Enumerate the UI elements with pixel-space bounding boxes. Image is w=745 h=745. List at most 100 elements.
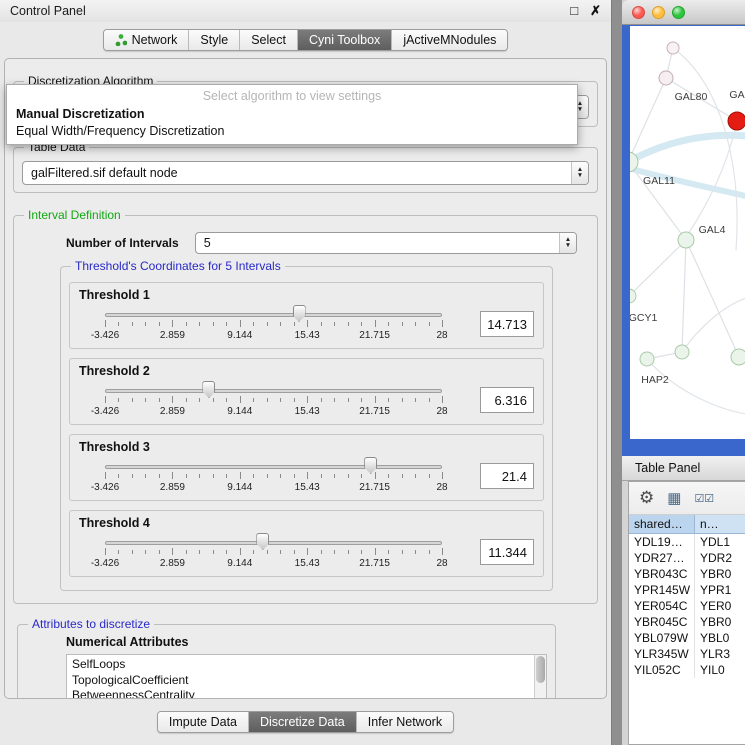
zoom-button[interactable] bbox=[672, 6, 685, 19]
slider-ticks bbox=[105, 320, 442, 329]
cell-name: YIL0 bbox=[695, 662, 745, 678]
cell-shared-name: YDL19… bbox=[629, 534, 695, 550]
table-panel-header[interactable]: Table Panel bbox=[622, 456, 745, 481]
table-toolbar: ⚙ ▦ ☑☑ bbox=[629, 482, 745, 515]
scrollbar[interactable] bbox=[534, 655, 546, 699]
numerical-attributes-list[interactable]: SelfLoopsTopologicalCoefficientBetweenne… bbox=[66, 654, 547, 699]
table-panel-title: Table Panel bbox=[635, 461, 700, 475]
threshold-value[interactable]: 11.344 bbox=[480, 539, 534, 565]
table-row[interactable]: YBL079WYBL0 bbox=[629, 630, 745, 646]
thresholds-group: Threshold's Coordinates for 5 Intervals … bbox=[60, 266, 553, 591]
control-panel-titlebar[interactable]: Control Panel □ ✗ bbox=[0, 0, 611, 22]
tab-label: Select bbox=[251, 33, 286, 47]
dropdown-item[interactable]: Equal Width/Frequency Discretization bbox=[7, 123, 577, 140]
table-row[interactable]: YLR345WYLR3 bbox=[629, 646, 745, 662]
cell-shared-name: YBR045C bbox=[629, 614, 695, 630]
tab-infer-network[interactable]: Infer Network bbox=[357, 712, 453, 732]
threshold-value[interactable]: 21.4 bbox=[480, 463, 534, 489]
threshold-slider[interactable]: -3.4262.8599.14415.4321.71528 bbox=[79, 379, 468, 421]
tab-impute-data[interactable]: Impute Data bbox=[158, 712, 249, 732]
tab-discretize-data[interactable]: Discretize Data bbox=[249, 712, 357, 732]
threshold-value[interactable]: 6.316 bbox=[480, 387, 534, 413]
combo-stepper-icon[interactable]: ▲▼ bbox=[559, 233, 576, 253]
network-edge bbox=[673, 48, 737, 250]
list-item[interactable]: TopologicalCoefficient bbox=[72, 673, 532, 689]
network-edge bbox=[647, 359, 745, 414]
tab-select[interactable]: Select bbox=[240, 30, 298, 50]
network-canvas[interactable]: GAL80GAGAL11GAL4GCY1HAP2 bbox=[630, 26, 745, 439]
slider-tick-labels: -3.4262.8599.14415.4321.71528 bbox=[105, 558, 442, 570]
network-node[interactable] bbox=[675, 345, 689, 359]
table-row[interactable]: YDL19…YDL1 bbox=[629, 534, 745, 550]
list-item[interactable]: BetweennessCentrality bbox=[72, 688, 532, 699]
minimize-button[interactable] bbox=[652, 6, 665, 19]
tab-label: Infer Network bbox=[368, 715, 442, 729]
threshold-slider[interactable]: -3.4262.8599.14415.4321.71528 bbox=[79, 303, 468, 345]
tab-cyni-toolbox[interactable]: Cyni Toolbox bbox=[298, 30, 392, 50]
interval-definition-group: Interval Definition Number of Intervals … bbox=[13, 215, 598, 604]
slider-track[interactable] bbox=[105, 465, 442, 469]
table-data-combo[interactable]: galFiltered.sif default node ▲▼ bbox=[22, 161, 589, 185]
scrollbar-thumb[interactable] bbox=[536, 656, 545, 683]
network-node[interactable] bbox=[640, 352, 654, 366]
threshold-value[interactable]: 14.713 bbox=[480, 311, 534, 337]
dropdown-item[interactable]: Manual Discretization bbox=[7, 106, 577, 123]
cell-name: YBL0 bbox=[695, 630, 745, 646]
node-label: HAP2 bbox=[641, 374, 669, 386]
table-row[interactable]: YDR27…YDR2 bbox=[629, 550, 745, 566]
table-row[interactable]: YIL052CYIL0 bbox=[629, 662, 745, 678]
network-node[interactable] bbox=[667, 42, 679, 54]
table-panel: ⚙▦☑☑ shared… n… YDL19…YDL1YDR27…YDR2YBR0… bbox=[628, 481, 745, 745]
threshold-label: Threshold 3 bbox=[79, 440, 534, 454]
columns-icon[interactable]: ▦ bbox=[667, 489, 681, 507]
column-header-name[interactable]: n… bbox=[695, 515, 745, 533]
cell-shared-name: YLR345W bbox=[629, 646, 695, 662]
network-edge bbox=[686, 240, 739, 357]
cell-shared-name: YER054C bbox=[629, 598, 695, 614]
network-node[interactable] bbox=[630, 289, 636, 303]
network-node[interactable] bbox=[678, 232, 694, 248]
num-intervals-label: Number of Intervals bbox=[66, 236, 179, 250]
tab-network[interactable]: Network bbox=[104, 30, 190, 50]
float-window-icon[interactable]: □ bbox=[570, 3, 578, 19]
settings-panel: Discretization Algorithm ▲▼ Table Data g… bbox=[4, 58, 607, 699]
column-header-shared-name[interactable]: shared… bbox=[629, 515, 695, 533]
network-node[interactable] bbox=[728, 112, 745, 130]
slider-track[interactable] bbox=[105, 389, 442, 393]
tab-style[interactable]: Style bbox=[189, 30, 240, 50]
close-panel-icon[interactable]: ✗ bbox=[590, 3, 601, 19]
tab-label: Style bbox=[200, 33, 228, 47]
close-button[interactable] bbox=[632, 6, 645, 19]
threshold-slider[interactable]: -3.4262.8599.14415.4321.71528 bbox=[79, 455, 468, 497]
thresholds-group-label: Threshold's Coordinates for 5 Intervals bbox=[71, 259, 285, 273]
slider-track[interactable] bbox=[105, 313, 442, 317]
network-node[interactable] bbox=[659, 71, 673, 85]
checkboxes-icon[interactable]: ☑☑ bbox=[694, 492, 714, 505]
network-canvas-svg[interactable]: GAL80GAGAL11GAL4GCY1HAP2 bbox=[630, 26, 745, 439]
table-row[interactable]: YBR045CYBR0 bbox=[629, 614, 745, 630]
network-window-titlebar[interactable] bbox=[622, 0, 745, 25]
slider-track[interactable] bbox=[105, 541, 442, 545]
cell-shared-name: YPR145W bbox=[629, 582, 695, 598]
network-edge bbox=[682, 240, 686, 352]
combo-stepper-icon[interactable]: ▲▼ bbox=[571, 162, 588, 184]
gear-icon[interactable]: ⚙ bbox=[639, 488, 654, 508]
slider-tick-labels: -3.4262.8599.14415.4321.71528 bbox=[105, 406, 442, 418]
network-edge bbox=[630, 240, 686, 296]
list-item[interactable]: SelfLoops bbox=[72, 657, 532, 673]
network-node[interactable] bbox=[731, 349, 745, 365]
slider-tick-labels: -3.4262.8599.14415.4321.71528 bbox=[105, 482, 442, 494]
tab-jactivemnodules[interactable]: jActiveMNodules bbox=[392, 30, 507, 50]
attributes-group: Attributes to discretize Numerical Attri… bbox=[17, 624, 556, 699]
threshold-slider[interactable]: -3.4262.8599.14415.4321.71528 bbox=[79, 531, 468, 573]
table-row[interactable]: YPR145WYPR1 bbox=[629, 582, 745, 598]
table-row[interactable]: YBR043CYBR0 bbox=[629, 566, 745, 582]
threshold-label: Threshold 2 bbox=[79, 364, 534, 378]
interval-group-label: Interval Definition bbox=[24, 208, 125, 222]
cell-name: YPR1 bbox=[695, 582, 745, 598]
thresholds-container: Threshold 1 -3.4262.8599.14415.4321.7152… bbox=[66, 282, 547, 577]
top-tabs: Network Style Select Cyni ToolboxjActiveMNo… bbox=[103, 29, 509, 51]
slider-tick-labels: -3.4262.8599.14415.4321.71528 bbox=[105, 330, 442, 342]
table-row[interactable]: YER054CYER0 bbox=[629, 598, 745, 614]
num-intervals-combo[interactable]: 5 ▲▼ bbox=[195, 232, 577, 254]
